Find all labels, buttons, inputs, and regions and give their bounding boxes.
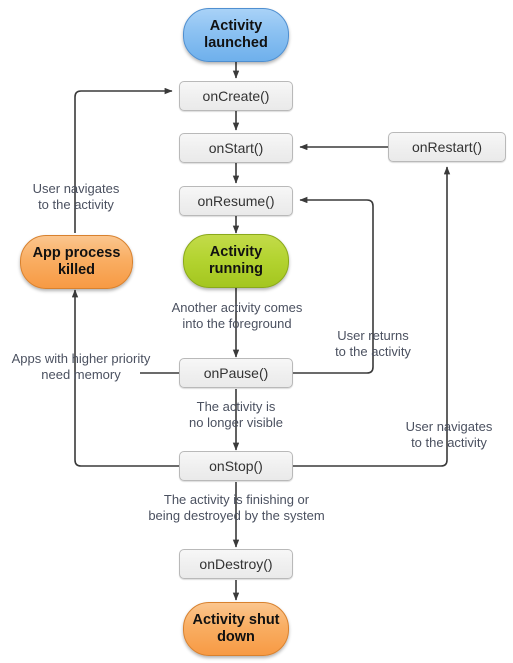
node-on-start[interactable]: onStart() xyxy=(179,133,293,163)
node-on-restart[interactable]: onRestart() xyxy=(388,132,506,162)
caption-user-returns: User returns to the activity xyxy=(335,328,411,360)
node-on-pause-label: onPause() xyxy=(203,364,269,381)
node-on-resume[interactable]: onResume() xyxy=(179,186,293,216)
node-activity-running[interactable]: Activity running xyxy=(183,234,289,288)
node-on-destroy-label: onDestroy() xyxy=(199,555,273,572)
node-app-process-killed[interactable]: App process killed xyxy=(20,235,133,289)
node-on-resume-label: onResume() xyxy=(197,192,275,209)
node-activity-launched-label: Activity launched xyxy=(204,17,268,51)
node-on-stop-label: onStop() xyxy=(209,457,263,474)
node-activity-shut-down-label: Activity shut down xyxy=(192,611,280,645)
node-on-stop[interactable]: onStop() xyxy=(179,451,293,481)
caption-user-navigates-left: User navigates to the activity xyxy=(32,181,120,213)
node-activity-running-label: Activity running xyxy=(209,243,263,277)
node-activity-shut-down[interactable]: Activity shut down xyxy=(183,602,289,656)
node-on-create-label: onCreate() xyxy=(202,87,270,104)
node-on-destroy[interactable]: onDestroy() xyxy=(179,549,293,579)
caption-another-activity-foreground: Another activity comes into the foregrou… xyxy=(171,300,303,332)
node-on-start-label: onStart() xyxy=(208,139,264,156)
node-on-create[interactable]: onCreate() xyxy=(179,81,293,111)
caption-apps-higher-priority: Apps with higher priority need memory xyxy=(11,351,151,383)
caption-no-longer-visible: The activity is no longer visible xyxy=(189,399,283,431)
node-on-restart-label: onRestart() xyxy=(411,138,483,155)
caption-activity-finishing: The activity is finishing or being destr… xyxy=(148,492,325,524)
node-app-process-killed-label: App process killed xyxy=(32,244,121,278)
node-activity-launched[interactable]: Activity launched xyxy=(183,8,289,62)
node-on-pause[interactable]: onPause() xyxy=(179,358,293,388)
caption-user-navigates-right: User navigates to the activity xyxy=(405,419,493,451)
activity-lifecycle-diagram: Activity launched onCreate() onStart() o… xyxy=(0,0,513,663)
